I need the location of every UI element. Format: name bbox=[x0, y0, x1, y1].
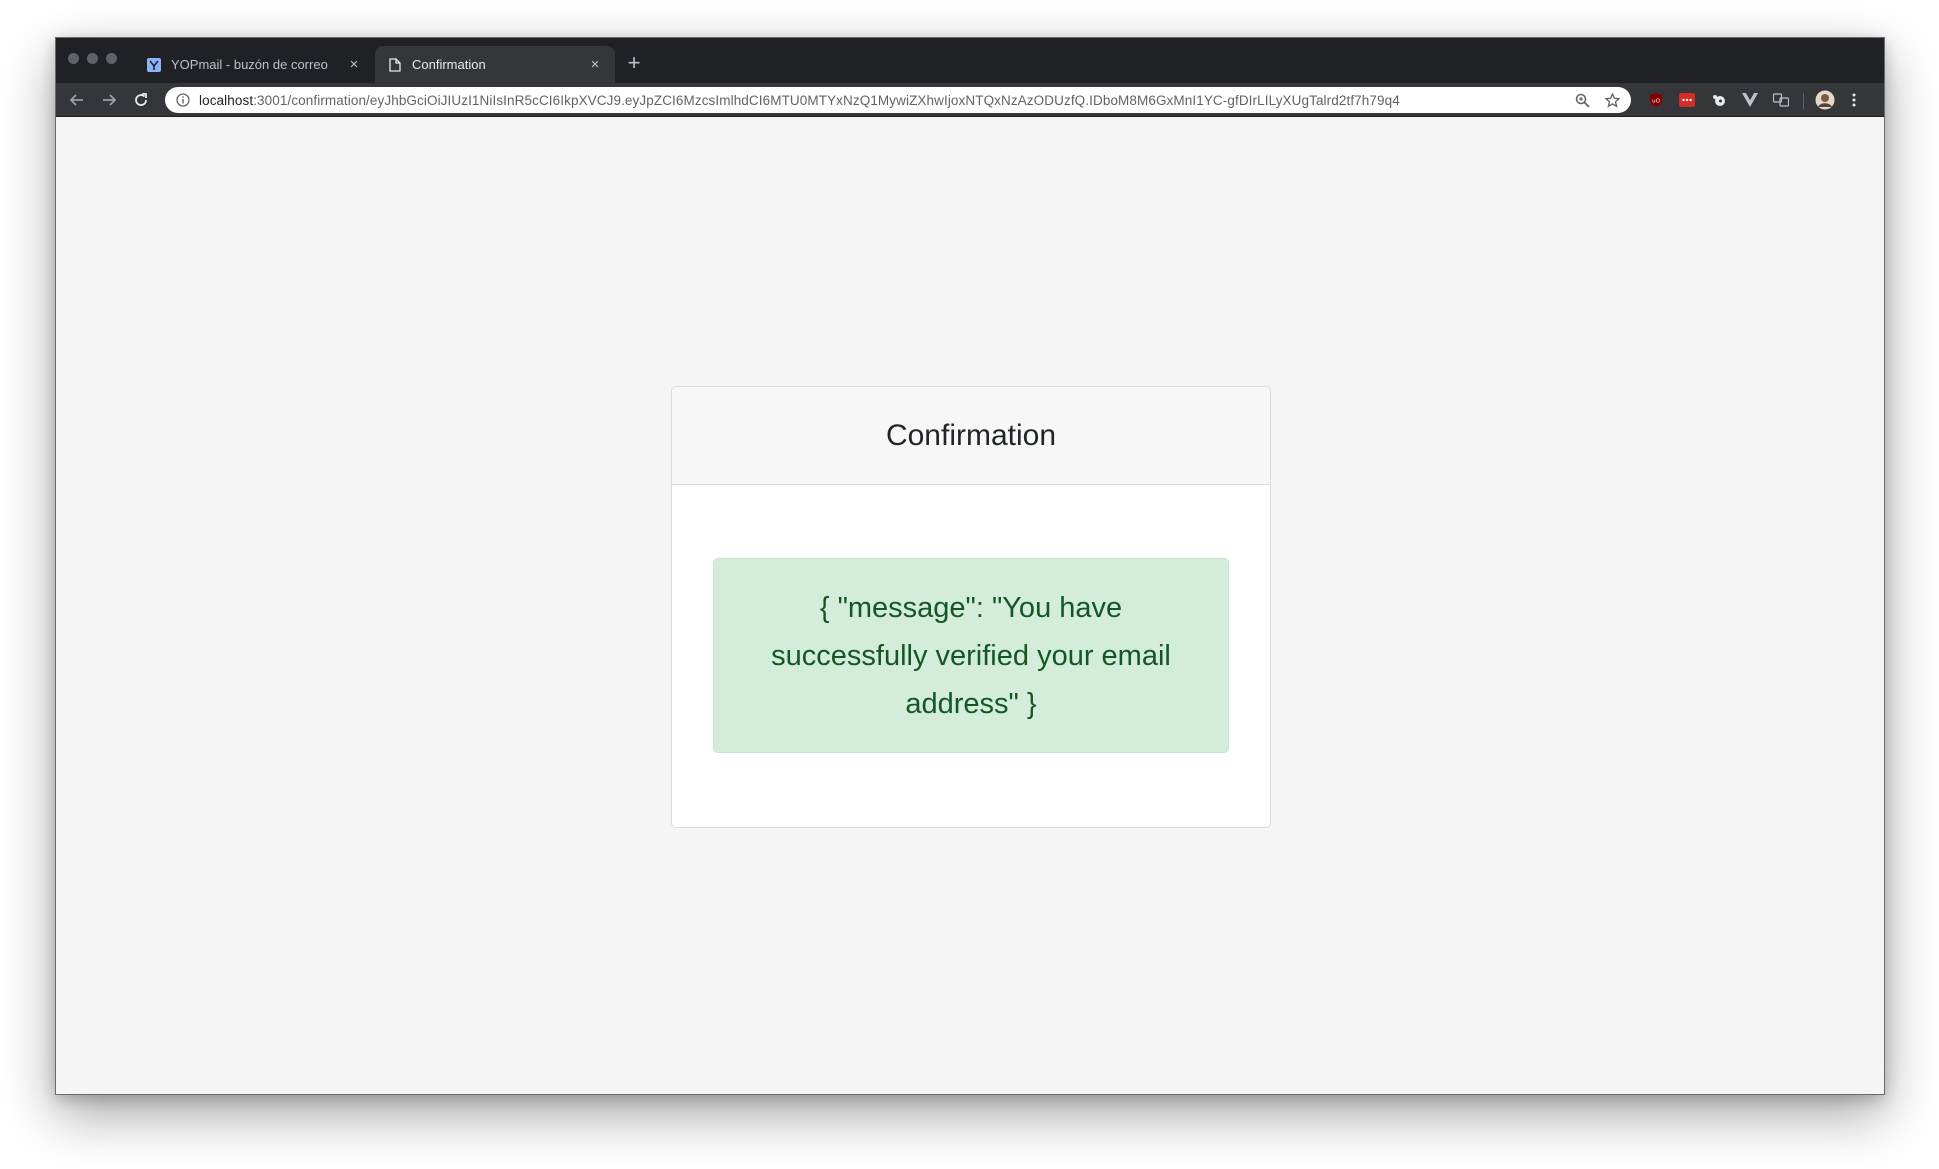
tab-label: YOPmail - buzón de correo bbox=[171, 57, 328, 72]
avatar[interactable] bbox=[1815, 90, 1835, 110]
info-icon[interactable] bbox=[175, 92, 191, 108]
browser-toolbar: localhost:3001/confirmation/eyJhbGciOiJI… bbox=[56, 83, 1884, 117]
card-title: Confirmation bbox=[672, 387, 1270, 485]
reload-icon[interactable] bbox=[130, 89, 152, 111]
window-close-dot[interactable] bbox=[68, 53, 79, 64]
window-minimize-dot[interactable] bbox=[87, 53, 98, 64]
lastpass-extension-icon[interactable] bbox=[1677, 90, 1697, 110]
ublock-extension-icon[interactable]: uO bbox=[1646, 90, 1666, 110]
tab-confirmation[interactable]: Confirmation × bbox=[375, 46, 615, 83]
url-host: localhost bbox=[199, 92, 254, 108]
yopmail-favicon-icon bbox=[146, 57, 162, 73]
window-zoom-dot[interactable] bbox=[106, 53, 117, 64]
tab-label: Confirmation bbox=[412, 57, 486, 72]
new-tab-icon[interactable]: + bbox=[622, 52, 646, 76]
arrow-right-icon[interactable] bbox=[98, 89, 120, 111]
vue-devtools-extension-icon[interactable] bbox=[1740, 90, 1760, 110]
star-icon[interactable] bbox=[1601, 89, 1623, 111]
url-text[interactable]: localhost:3001/confirmation/eyJhbGciOiJI… bbox=[199, 93, 1571, 108]
tab-close-icon[interactable]: × bbox=[346, 56, 362, 73]
document-favicon-icon bbox=[387, 57, 403, 73]
tab-close-icon[interactable]: × bbox=[587, 56, 603, 73]
address-bar[interactable]: localhost:3001/confirmation/eyJhbGciOiJI… bbox=[165, 87, 1631, 113]
url-path: :3001/confirmation/eyJhbGciOiJIUzI1NiIsI… bbox=[253, 92, 1400, 108]
success-alert: { "message": "You have successfully veri… bbox=[713, 558, 1229, 753]
svg-text:uO: uO bbox=[1652, 99, 1660, 105]
kebab-menu-icon[interactable] bbox=[1844, 90, 1864, 110]
confirmation-card: Confirmation { "message": "You have succ… bbox=[671, 386, 1271, 828]
ghost-extension-icon[interactable] bbox=[1709, 90, 1729, 110]
zoom-icon[interactable] bbox=[1571, 89, 1593, 111]
page-viewport: Confirmation { "message": "You have succ… bbox=[56, 118, 1884, 1094]
tab-yopmail[interactable]: YOPmail - buzón de correo × bbox=[134, 46, 374, 83]
arrow-left-icon[interactable] bbox=[66, 89, 88, 111]
title-bar: YOPmail - buzón de correo × Confirmation… bbox=[56, 38, 1884, 83]
toolbar-divider bbox=[1803, 93, 1804, 109]
browser-window: YOPmail - buzón de correo × Confirmation… bbox=[55, 37, 1885, 1095]
google-translate-extension-icon[interactable] bbox=[1771, 90, 1791, 110]
